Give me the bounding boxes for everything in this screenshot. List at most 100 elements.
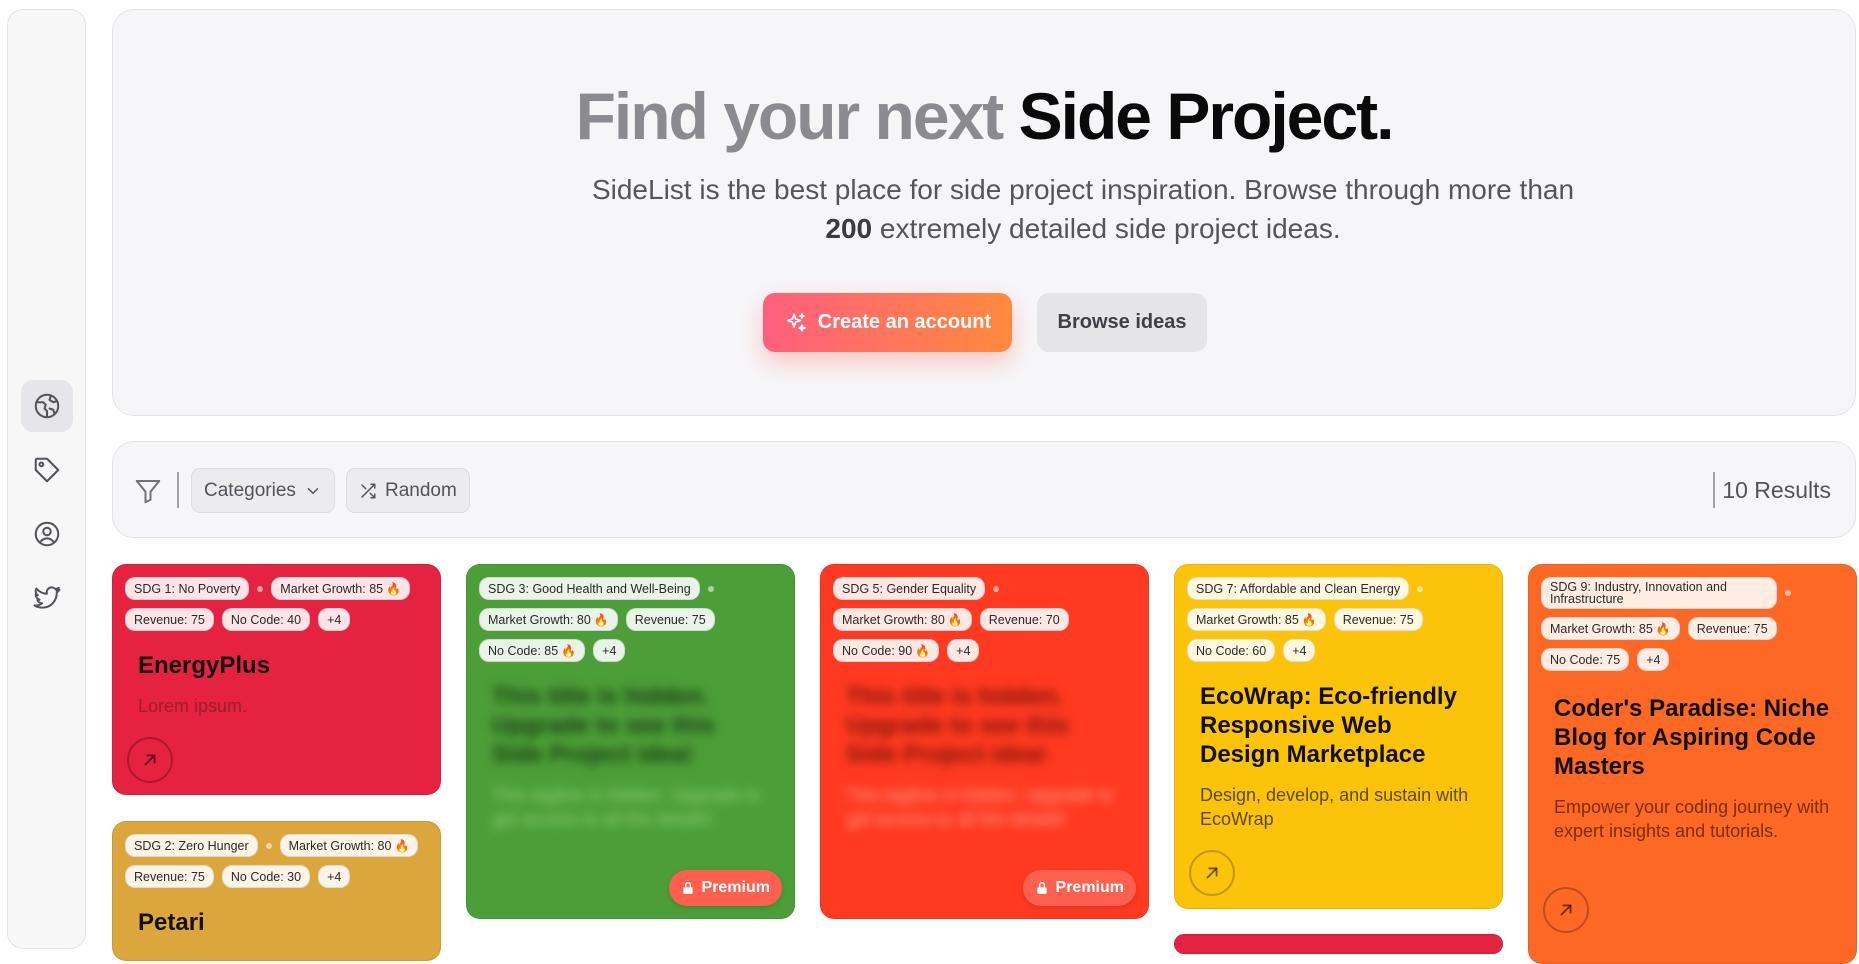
no-code-tag: No Code: 60 <box>1187 639 1276 662</box>
card-title: EcoWrap: Eco-friendly Responsive Web Des… <box>1200 683 1457 768</box>
categories-dropdown[interactable]: Categories <box>191 468 335 513</box>
hero-title-muted: Find your next <box>575 79 1005 153</box>
twitter-icon <box>33 586 61 609</box>
card-tags: SDG 7: Affordable and Clean Energy Marke… <box>1187 577 1490 662</box>
no-code-tag: No Code: 85 🔥 <box>479 639 586 662</box>
card-title-hidden: This title is hidden. Upgrade to see thi… <box>492 683 715 768</box>
card-tags: SDG 5: Gender Equality Market Growth: 80… <box>833 577 1136 662</box>
fire-icon: 🔥 <box>386 581 402 596</box>
profile-nav-button[interactable] <box>21 508 73 560</box>
market-growth-label: Market Growth: 85 <box>280 581 384 596</box>
more-tags[interactable]: +4 <box>1283 639 1316 662</box>
premium-badge[interactable]: Premium <box>1022 870 1136 906</box>
revenue-tag: Revenue: 75 <box>625 608 715 631</box>
open-idea-button[interactable] <box>127 737 173 783</box>
arrow-up-right-icon <box>1560 904 1572 916</box>
no-code-tag: No Code: 40 <box>221 608 311 631</box>
card-description: Lorem ipsum. <box>138 696 248 716</box>
revenue-tag: Revenue: 75 <box>125 865 214 888</box>
idea-card[interactable]: SDG 9: Industry, Innovation and Infrastr… <box>1528 564 1857 964</box>
fire-icon: 🔥 <box>915 643 931 658</box>
sdg-tag: SDG 5: Gender Equality <box>833 577 986 600</box>
no-code-tag: No Code: 75 <box>1541 648 1630 671</box>
idea-card[interactable]: SDG 5: Gender Equality Market Growth: 80… <box>820 564 1149 919</box>
create-account-button[interactable]: Create an account <box>763 293 1012 352</box>
idea-card[interactable]: SDG 1: No Poverty Market Growth: 85 🔥 Rev… <box>112 564 441 795</box>
hero-title-strong: Side Project. <box>1018 79 1395 153</box>
more-tags[interactable]: +4 <box>947 639 980 662</box>
results-divider <box>1713 472 1715 508</box>
card-tags: SDG 9: Industry, Innovation and Infrastr… <box>1541 577 1844 671</box>
market-growth-label: Market Growth: 80 <box>288 838 392 853</box>
more-tags[interactable]: +4 <box>318 608 351 631</box>
market-growth-label: Market Growth: 85 <box>1196 612 1299 627</box>
card-tags: SDG 2: Zero Hunger Market Growth: 80 🔥 Re… <box>125 834 428 888</box>
idea-card[interactable]: SDG 7: Affordable and Clean Energy Marke… <box>1174 564 1503 909</box>
twitter-nav-button[interactable] <box>21 572 73 624</box>
no-code-tag: No Code: 90 🔥 <box>833 639 940 662</box>
card-description-hidden: This tagline is hidden. Upgrade to get a… <box>846 785 1115 829</box>
fire-icon: 🔥 <box>1301 612 1317 627</box>
card-title: Coder's Paradise: Niche Blog for Aspirin… <box>1554 695 1830 780</box>
hero-subtitle-count: 200 <box>825 213 873 244</box>
sdg-tag: SDG 7: Affordable and Clean Energy <box>1187 577 1410 600</box>
create-account-label: Create an account <box>817 311 992 333</box>
tag-separator <box>1785 590 1791 596</box>
categories-label: Categories <box>204 479 296 501</box>
sdg-tag: SDG 1: No Poverty <box>125 577 250 600</box>
tag-separator <box>1417 585 1424 592</box>
open-idea-button[interactable] <box>1189 850 1235 896</box>
revenue-tag: Revenue: 75 <box>125 608 214 631</box>
card-description: Empower your coding journey with expert … <box>1554 797 1830 841</box>
open-idea-button[interactable] <box>1543 887 1589 933</box>
revenue-tag: Revenue: 75 <box>1333 608 1423 631</box>
more-tags[interactable]: +4 <box>593 639 626 662</box>
market-growth-label: Market Growth: 80 <box>842 612 945 627</box>
filter-divider <box>177 472 179 508</box>
revenue-tag: Revenue: 75 <box>1687 617 1777 640</box>
sdg-tag: SDG 2: Zero Hunger <box>125 834 258 857</box>
market-growth-tag: Market Growth: 80 🔥 <box>479 608 618 631</box>
no-code-label: No Code: 90 <box>842 643 913 658</box>
tag-separator <box>993 585 1000 592</box>
browse-ideas-button[interactable]: Browse ideas <box>1037 293 1207 352</box>
hero-title: Find your next Side Project. <box>113 76 1855 156</box>
market-growth-tag: Market Growth: 80 🔥 <box>279 834 419 857</box>
fire-icon: 🔥 <box>947 612 963 627</box>
market-growth-label: Market Growth: 80 <box>488 612 591 627</box>
arrow-up-right-icon <box>1206 867 1218 879</box>
card-tags: SDG 3: Good Health and Well-Being Market… <box>479 577 782 662</box>
user-circle-icon <box>34 521 60 547</box>
no-code-tag: No Code: 30 <box>221 865 311 888</box>
sdg-tag: SDG 9: Industry, Innovation and Infrastr… <box>1541 577 1777 609</box>
fire-icon: 🔥 <box>394 838 410 853</box>
random-label: Random <box>385 479 457 501</box>
explore-nav-button[interactable] <box>21 380 73 432</box>
fire-icon: 🔥 <box>593 612 609 627</box>
filter-bar: Categories Random 10 Results <box>112 441 1856 538</box>
fire-icon: 🔥 <box>561 643 577 658</box>
market-growth-tag: Market Growth: 80 🔥 <box>833 608 972 631</box>
card-title-hidden: This title is hidden. Upgrade to see thi… <box>846 683 1069 768</box>
chevron-down-icon <box>307 487 319 494</box>
market-growth-tag: Market Growth: 85 🔥 <box>1187 608 1326 631</box>
tag-separator <box>265 842 272 849</box>
idea-card[interactable]: SDG 2: Zero Hunger Market Growth: 80 🔥 Re… <box>112 821 441 961</box>
filter-icon[interactable] <box>133 476 163 506</box>
arrow-up-right-icon <box>144 754 156 766</box>
tag-separator <box>257 585 264 592</box>
results-count: 10 Results <box>1722 477 1831 503</box>
tags-nav-button[interactable] <box>21 444 73 496</box>
idea-card-partial[interactable] <box>1174 934 1503 954</box>
sparkles-icon <box>786 312 806 332</box>
sdg-tag: SDG 3: Good Health and Well-Being <box>479 577 700 600</box>
shuffle-icon <box>361 483 376 498</box>
globe-icon <box>34 393 60 419</box>
more-tags[interactable]: +4 <box>1637 648 1670 671</box>
hero-subtitle-text-end: extremely detailed side project ideas. <box>872 213 1341 244</box>
more-tags[interactable]: +4 <box>318 865 351 888</box>
idea-card[interactable]: SDG 3: Good Health and Well-Being Market… <box>466 564 795 919</box>
random-button[interactable]: Random <box>346 468 470 513</box>
premium-badge[interactable]: Premium <box>668 870 782 906</box>
lock-icon <box>682 882 693 894</box>
